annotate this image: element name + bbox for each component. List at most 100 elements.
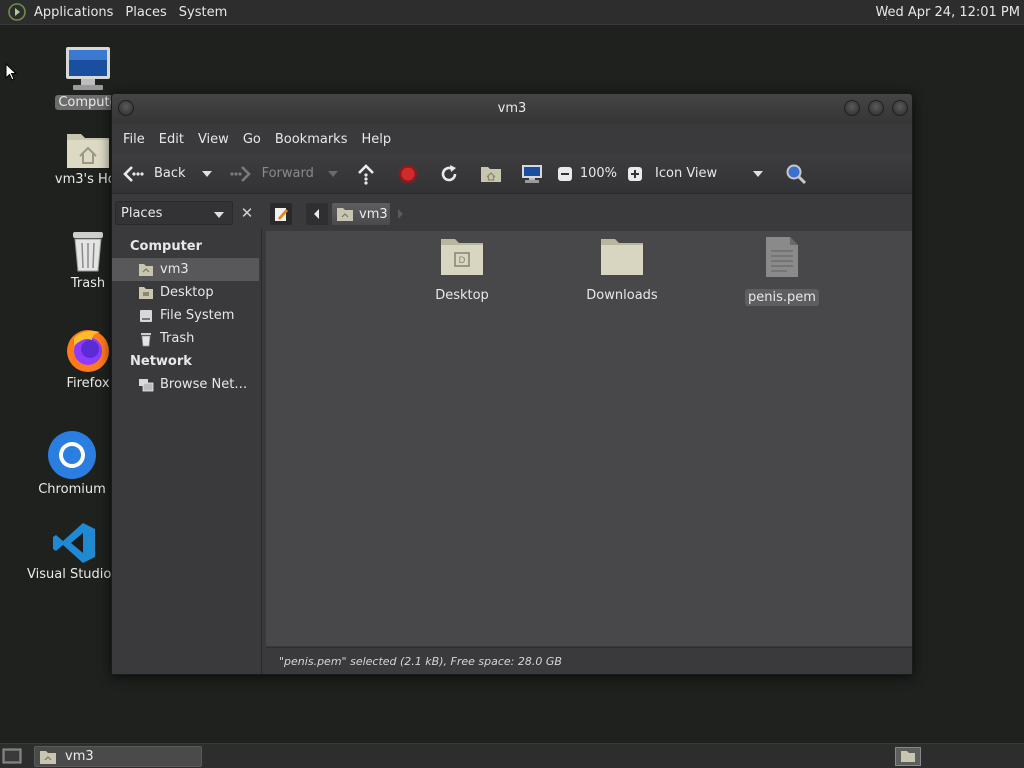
- forward-button[interactable]: Forward: [229, 154, 314, 193]
- drive-icon: [140, 309, 152, 322]
- sidebar-item-file-system[interactable]: File System: [112, 304, 261, 327]
- sidebar-item-trash[interactable]: Trash: [112, 327, 261, 350]
- applications-logo-icon[interactable]: [8, 3, 26, 21]
- chevron-down-icon: [327, 170, 338, 177]
- desktop-folder-icon: [139, 286, 153, 299]
- close-button[interactable]: [892, 100, 908, 116]
- workspace-switcher-icon[interactable]: [895, 747, 921, 766]
- stop-button[interactable]: [398, 154, 418, 193]
- network-icon: [139, 378, 154, 391]
- menubar: File Edit View Go Bookmarks Help: [112, 124, 912, 154]
- up-arrow-icon: [357, 163, 374, 185]
- status-bar: "penis.pem" selected (2.1 kB), Free spac…: [266, 647, 912, 674]
- zoom-in-button[interactable]: [627, 154, 643, 193]
- menu-bookmarks[interactable]: Bookmarks: [268, 132, 355, 147]
- up-button[interactable]: [356, 154, 376, 193]
- zoom-out-icon: [557, 166, 572, 181]
- desktop-folder-icon: D: [441, 239, 483, 275]
- back-arrow-icon: [123, 165, 144, 182]
- menu-file[interactable]: File: [116, 132, 152, 147]
- sidebar-item-label: Browse Net…: [160, 377, 248, 392]
- top-menu: Applications Places System: [0, 0, 233, 24]
- menu-applications[interactable]: Applications: [28, 0, 119, 25]
- desktop-icon-label: Trash: [70, 276, 106, 291]
- menu-go[interactable]: Go: [236, 132, 268, 147]
- chevron-down-icon: [753, 170, 764, 177]
- window-titlebar[interactable]: vm3: [112, 94, 912, 124]
- home-icon: [139, 263, 153, 276]
- zoom-level: 100%: [579, 166, 618, 181]
- forward-arrow-icon: [229, 165, 251, 182]
- file-item-penis-pem[interactable]: penis.pem: [722, 235, 842, 306]
- location-row: Places ✕ vm3: [112, 195, 912, 229]
- sidebar-heading-computer: Computer: [130, 239, 203, 254]
- sidebar-item-label: vm3: [160, 262, 189, 277]
- sidebar-item-vm3[interactable]: vm3: [112, 258, 259, 281]
- forward-label: Forward: [261, 166, 314, 181]
- file-item-label: penis.pem: [745, 289, 819, 306]
- home-folder-icon: [67, 134, 109, 168]
- search-icon: [786, 164, 807, 184]
- menu-help[interactable]: Help: [354, 132, 398, 147]
- file-item-desktop[interactable]: D Desktop: [402, 235, 522, 304]
- desktop-icon-vscode[interactable]: Visual Studio Co: [24, 521, 133, 582]
- sidebar-item-label: Trash: [160, 331, 195, 346]
- maximize-button[interactable]: [868, 100, 884, 116]
- places-combo-label: Places: [121, 205, 163, 221]
- zoom-out-button[interactable]: [557, 154, 573, 193]
- trash-icon: [141, 332, 151, 346]
- toolbar: Back Forward 100% Icon View: [112, 154, 912, 194]
- clock[interactable]: Wed Apr 24, 12:01 PM: [875, 0, 1020, 25]
- chevron-down-icon: [214, 212, 224, 218]
- places-sidebar: Computer vm3 Desktop File System Trash N…: [112, 229, 262, 674]
- window-title: vm3: [497, 101, 527, 116]
- view-mode-label: Icon View: [655, 166, 718, 181]
- menu-places[interactable]: Places: [119, 0, 172, 25]
- home-icon: [337, 208, 353, 221]
- home-folder-icon: [480, 166, 501, 182]
- taskbar-item-vm3[interactable]: vm3: [34, 746, 202, 767]
- back-button[interactable]: Back: [122, 154, 186, 193]
- menu-system[interactable]: System: [173, 0, 233, 25]
- path-crumb-vm3[interactable]: vm3: [332, 203, 390, 225]
- taskbar-item-label: vm3: [65, 749, 94, 764]
- bottom-panel: vm3: [0, 743, 1024, 768]
- home-button[interactable]: [480, 154, 502, 193]
- search-button[interactable]: [785, 154, 807, 193]
- reload-button[interactable]: [439, 154, 459, 193]
- forward-history-dropdown[interactable]: [327, 154, 338, 193]
- sidebar-item-browse-network[interactable]: Browse Net…: [112, 373, 261, 396]
- mouse-pointer-icon: [5, 63, 17, 81]
- computer-icon: [521, 164, 542, 183]
- vscode-icon: [53, 523, 95, 563]
- trash-icon: [73, 232, 103, 272]
- path-scroll-left-button[interactable]: [306, 203, 328, 225]
- sidebar-heading-network: Network: [130, 354, 192, 369]
- reload-icon: [441, 164, 457, 181]
- home-folder-icon: [40, 750, 56, 764]
- back-history-dropdown[interactable]: [201, 154, 212, 193]
- stop-icon: [398, 164, 417, 183]
- close-sidebar-icon[interactable]: ✕: [236, 201, 258, 225]
- zoom-in-icon: [628, 166, 643, 181]
- edit-icon: [275, 208, 288, 221]
- menu-view[interactable]: View: [191, 132, 236, 147]
- computer-button[interactable]: [521, 154, 543, 193]
- view-mode-combo[interactable]: Icon View: [645, 154, 764, 193]
- show-desktop-icon[interactable]: [2, 747, 22, 765]
- places-combo[interactable]: Places: [115, 201, 233, 225]
- file-item-label: Downloads: [586, 288, 658, 303]
- path-crumb-label: vm3: [359, 206, 388, 222]
- menu-edit[interactable]: Edit: [152, 132, 191, 147]
- desktop-icon-label: Chromium: [38, 482, 106, 497]
- file-manager-window: vm3 File Edit View Go Bookmarks Help Bac…: [111, 93, 913, 675]
- toggle-location-entry-button[interactable]: [270, 203, 292, 225]
- file-item-downloads[interactable]: Downloads: [562, 235, 682, 304]
- file-item-label: Desktop: [435, 288, 489, 303]
- minimize-button[interactable]: [844, 100, 860, 116]
- sidebar-item-desktop[interactable]: Desktop: [112, 281, 261, 304]
- window-menu-button[interactable]: [118, 100, 134, 116]
- desktop-icon-chromium[interactable]: Chromium: [22, 430, 122, 497]
- file-view[interactable]: D Desktop Downloads penis.pem: [266, 231, 912, 646]
- chevron-right-icon[interactable]: [396, 207, 406, 221]
